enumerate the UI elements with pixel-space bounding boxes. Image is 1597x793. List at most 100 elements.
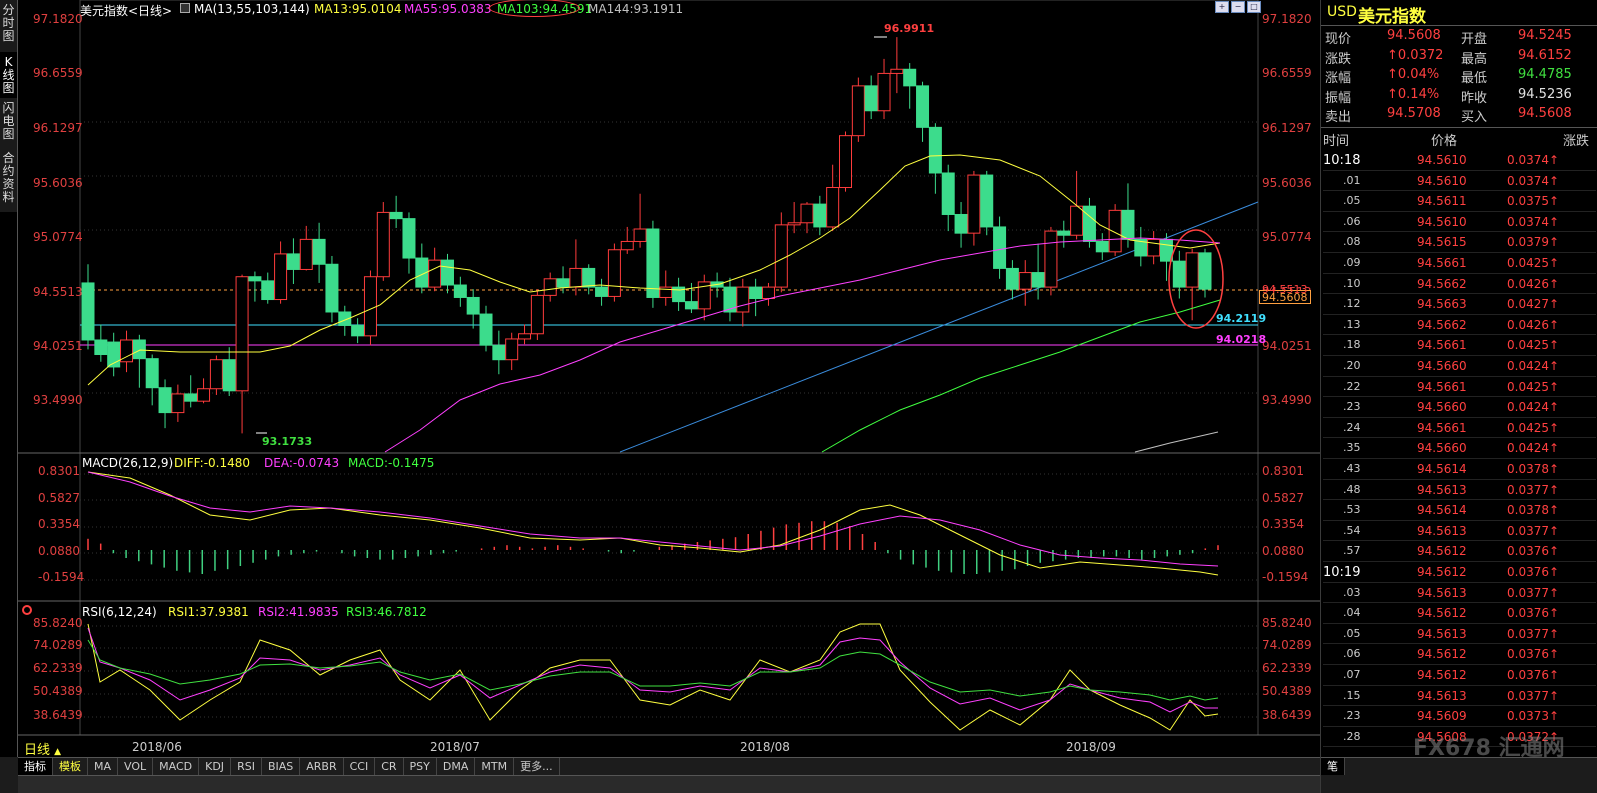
tick-price: 94.5661: [1417, 256, 1467, 270]
rsi-axis-right: 74.0289: [1262, 638, 1312, 652]
tab-cr[interactable]: CR: [375, 758, 404, 775]
candle-down: [184, 393, 198, 402]
tab-template[interactable]: 模板: [53, 758, 88, 775]
triangle-up-icon: ▲: [54, 747, 62, 757]
tab-contract-info[interactable]: 合约资料: [0, 148, 18, 212]
tick-change: 0.0424↑: [1507, 359, 1560, 373]
candle-up: [851, 85, 865, 137]
tick-row: .06 94.5612 0.0376↑: [1321, 644, 1597, 665]
chart-title: 美元指数<日线>: [80, 4, 173, 18]
candle-up: [171, 393, 185, 414]
candle-up: [620, 240, 634, 251]
rsi-panel-frame: [79, 600, 1259, 736]
rsi-axis-left: 38.6439: [33, 708, 83, 722]
candle-up: [428, 259, 442, 288]
macd-axis-right: 0.3354: [1262, 517, 1304, 531]
tick-price: 94.5661: [1417, 420, 1467, 435]
price-axis-left: 96.6559: [33, 66, 83, 80]
rsi-axis-left: 50.4389: [33, 684, 83, 698]
tab-mtm[interactable]: MTM: [475, 758, 515, 775]
tick-time: .01: [1343, 173, 1361, 187]
tab-kdj[interactable]: KDJ: [199, 758, 232, 775]
tick-row: .12 94.5663 0.0427↑: [1321, 294, 1597, 315]
zoom-in-icon[interactable]: +: [1215, 1, 1229, 13]
price-axis-left: 93.4990: [33, 393, 83, 407]
tick-time: .18: [1343, 338, 1361, 352]
quote-label: 涨幅: [1325, 71, 1352, 86]
candle-up: [197, 388, 211, 402]
tick-price: 94.5612: [1417, 606, 1467, 621]
tab-cci[interactable]: CCI: [344, 758, 376, 775]
tab-kline[interactable]: K线图: [0, 52, 18, 98]
tick-time: .06: [1343, 647, 1361, 661]
rsi3-value: RSI3:46.7812: [346, 605, 427, 619]
price-axis-left: 95.6036: [33, 176, 83, 190]
tick-change: 0.0376↑: [1507, 668, 1560, 682]
candle-up: [736, 286, 750, 313]
macd-value: MACD:-0.1475: [348, 456, 435, 470]
tab-more[interactable]: 更多...: [514, 758, 560, 775]
candle-up: [967, 174, 981, 234]
tab-macd[interactable]: MACD: [153, 758, 200, 775]
tab-psy[interactable]: PSY: [404, 758, 437, 775]
quote-value: 94.5708: [1387, 106, 1441, 121]
tab-bias[interactable]: BIAS: [262, 758, 301, 775]
record-icon[interactable]: [22, 605, 32, 615]
tick-row: .24 94.5661 0.0425↑: [1321, 418, 1597, 439]
quote-value: 94.4785: [1518, 67, 1572, 82]
candle-up: [376, 211, 390, 278]
candle-down: [1082, 205, 1096, 242]
period-selector[interactable]: 日线 ▲: [24, 739, 61, 758]
tick-row: .03 94.5613 0.0377↑: [1321, 583, 1597, 604]
macd-axis-right: 0.5827: [1262, 491, 1304, 505]
macd-axis-left: -0.1594: [38, 570, 85, 584]
ma-params: MA(13,55,103,144): [194, 2, 310, 16]
tab-ma[interactable]: MA: [88, 758, 119, 775]
tab-indicator[interactable]: 指标: [18, 758, 53, 775]
tick-change: 0.0375↑: [1507, 194, 1560, 209]
rsi-axis-right: 85.8240: [1262, 616, 1312, 630]
candle-up: [633, 228, 647, 242]
tab-lightning[interactable]: 闪电图: [0, 98, 18, 148]
tick-time: .23: [1343, 709, 1361, 723]
tab-vol[interactable]: VOL: [118, 758, 154, 775]
price-axis-right: 93.4990: [1262, 393, 1312, 407]
tick-change: 0.0425↑: [1507, 338, 1560, 353]
tick-row: .23 94.5609 0.0373↑: [1321, 706, 1597, 727]
tick-row: .04 94.5612 0.0376↑: [1321, 603, 1597, 624]
settings-icon[interactable]: [180, 3, 190, 13]
candle-down: [351, 324, 365, 337]
restore-icon[interactable]: □: [1247, 1, 1261, 13]
low-price-label: 93.1733: [262, 435, 313, 448]
candle-up: [787, 222, 801, 226]
candle-down: [286, 253, 300, 270]
price-axis-left: 96.1297: [33, 121, 83, 135]
quote-value: 94.5236: [1518, 86, 1572, 102]
tick-price: 94.5612: [1417, 544, 1467, 559]
tick-price: 94.5662: [1417, 317, 1467, 332]
macd-dea-line: [87, 471, 1219, 567]
tick-change: 0.0424↑: [1507, 441, 1560, 456]
tick-change: 0.0377↑: [1507, 585, 1560, 600]
tab-rsi[interactable]: RSI: [231, 758, 262, 775]
tick-change: 0.0374↑: [1507, 214, 1560, 229]
candle-down: [954, 213, 968, 234]
tick-change: 0.0376↑: [1507, 565, 1560, 579]
tick-change: 0.0374↑: [1507, 173, 1560, 188]
tick-change: 0.0377↑: [1507, 626, 1560, 641]
tab-pen[interactable]: 笔: [1321, 758, 1345, 775]
candle-down: [684, 301, 698, 310]
candle-down: [928, 126, 942, 174]
tab-timeshare[interactable]: 分时图: [0, 0, 18, 52]
chart-canvas[interactable]: [18, 0, 1320, 757]
candle-up: [209, 359, 223, 390]
tab-dma[interactable]: DMA: [437, 758, 476, 775]
tab-arbr[interactable]: ARBR: [300, 758, 344, 775]
quote-name: 美元指数: [1358, 7, 1426, 27]
candle-down: [941, 172, 955, 215]
tick-change: 0.0378↑: [1507, 503, 1560, 518]
zoom-out-icon[interactable]: −: [1231, 1, 1245, 13]
tick-price: 94.5663: [1417, 297, 1467, 312]
tick-row: .05 94.5613 0.0377↑: [1321, 624, 1597, 645]
quote-label: 最低: [1461, 71, 1488, 86]
